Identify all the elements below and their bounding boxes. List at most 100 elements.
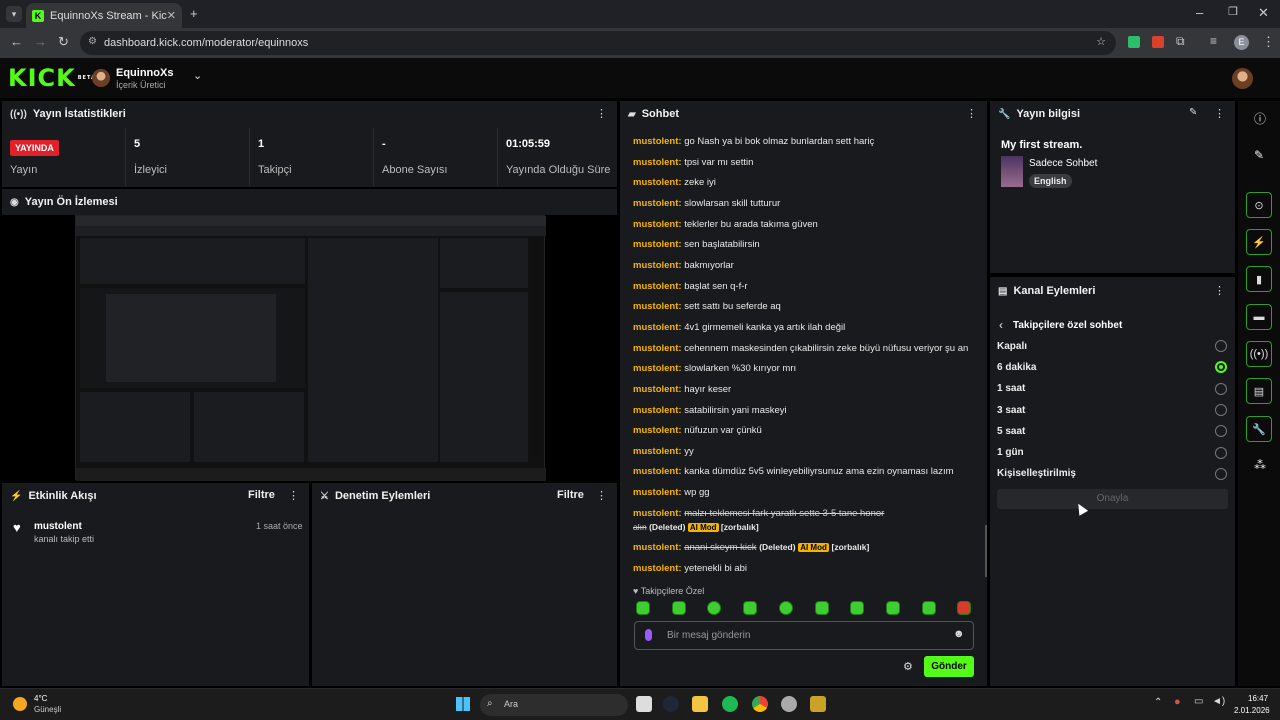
option-6min[interactable]: 6 dakika [997,362,1036,373]
url-input[interactable]: ⚙ dashboard.kick.com/moderator/equinnoxs… [80,31,1116,55]
windows-start-icon[interactable] [456,697,470,711]
steam-icon[interactable] [663,696,679,712]
radio-1h[interactable] [1215,383,1227,395]
lightning-side-icon[interactable]: ⚡ [1246,229,1272,255]
stats-menu-icon[interactable]: ⋮ [596,107,607,120]
chat-scrollbar[interactable] [985,525,987,577]
actions-menu-icon[interactable]: ⋮ [1214,284,1225,297]
emoji-icon[interactable]: ☻ [953,628,965,640]
extension-green-icon[interactable] [1128,36,1140,48]
app2-icon[interactable] [810,696,826,712]
radio-6min[interactable] [1215,361,1227,373]
tab-list-button[interactable]: ▾ [6,6,22,22]
layout-icon[interactable]: ▤ [1246,378,1272,404]
option-3h[interactable]: 3 saat [997,405,1025,416]
emote-icon[interactable] [636,601,650,615]
clock-time[interactable]: 16:47 [1248,694,1268,703]
tab-title: EquinnoXs Stream - Kick Dashb [50,9,167,22]
emote-icon[interactable] [672,601,686,615]
option-1h[interactable]: 1 saat [997,383,1025,394]
task-view-icon[interactable] [636,696,652,712]
chrome-icon[interactable] [752,696,768,712]
radio-5h[interactable] [1215,425,1227,437]
radio-off[interactable] [1215,340,1227,352]
user-avatar[interactable] [1232,68,1253,89]
chat-input[interactable]: Bir mesaj gönderin ☻ [634,621,974,650]
category-name[interactable]: Sadece Sohbet [1029,158,1097,169]
option-custom[interactable]: Kişiselleştirilmiş [997,468,1076,479]
site-info-icon[interactable]: ⚙ [88,36,97,47]
clock-date[interactable]: 2.01.2026 [1234,706,1270,715]
send-button[interactable]: Gönder [924,656,974,677]
option-off[interactable]: Kapalı [997,341,1027,352]
new-tab-button[interactable]: + [190,6,198,21]
info-icon[interactable]: ⓘ [1254,110,1266,127]
nodes-icon[interactable]: ⁂ [1254,458,1266,472]
edit-pencil-icon[interactable]: ✎ [1189,107,1197,118]
moderation-menu-icon[interactable]: ⋮ [596,489,607,502]
close-window-button[interactable]: ✕ [1258,5,1269,21]
emote-icon[interactable] [779,601,793,615]
mic-tray-icon[interactable]: ● [1174,696,1181,708]
stream-preview-video[interactable] [75,215,546,481]
back-icon[interactable]: ← [10,34,23,49]
ai-mod-badge: AI Mod [798,543,829,552]
channel-avatar [92,69,110,87]
channel-switch-chevron-icon[interactable]: ⌄ [193,69,202,82]
app-icon[interactable] [781,696,797,712]
moderation-filter-button[interactable]: Filtre [557,489,584,501]
stream-title: My first stream. [1001,139,1083,151]
chat-message: mustolent: bakmıyorlar [633,260,734,271]
option-1d[interactable]: 1 gün [997,447,1024,458]
extensions-puzzle-icon[interactable]: ⧉ [1176,34,1185,49]
stat-value: 5 [134,138,141,150]
reload-icon[interactable]: ↻ [58,34,69,50]
live-badge: YAYINDA [10,140,59,156]
clipboard-icon[interactable]: ▮ [1246,266,1272,292]
option-5h[interactable]: 5 saat [997,426,1025,437]
media-control-icon[interactable]: ≡ [1210,34,1217,48]
taskbar-search[interactable]: ⌕ Ara [480,694,628,716]
activity-filter-button[interactable]: Filtre [248,489,275,501]
confirm-button[interactable]: Onayla [997,489,1228,509]
moderation-title: Denetim Eylemleri [334,490,431,502]
emote-icon[interactable] [957,601,971,615]
edit-icon[interactable]: ✎ [1254,148,1264,162]
camera-icon[interactable]: ⊙ [1246,192,1272,218]
extension-red-icon[interactable] [1152,36,1164,48]
emote-icon[interactable] [850,601,864,615]
emote-icon[interactable] [922,601,936,615]
chat-bubble-icon[interactable]: ▬ [1246,304,1272,330]
activity-menu-icon[interactable]: ⋮ [288,489,299,502]
profile-avatar[interactable]: E [1234,35,1249,50]
browser-menu-icon[interactable]: ⋮ [1262,34,1275,50]
browser-tab[interactable]: K EquinnoXs Stream - Kick Dashb ✕ [26,3,182,28]
wrench-side-icon[interactable]: 🔧 [1246,416,1272,442]
back-chevron-icon[interactable]: ‹ [999,318,1003,332]
maximize-button[interactable]: ❐ [1228,5,1238,18]
info-menu-icon[interactable]: ⋮ [1214,107,1225,120]
file-explorer-icon[interactable] [692,696,708,712]
chat-message: mustolent: zeke iyi [633,177,716,188]
minimize-button[interactable]: – [1196,5,1203,20]
emote-icon[interactable] [743,601,757,615]
radio-1d[interactable] [1215,447,1227,459]
forward-icon[interactable]: → [34,34,47,49]
emote-icon[interactable] [815,601,829,615]
chat-menu-icon[interactable]: ⋮ [966,107,977,120]
radio-custom[interactable] [1215,468,1227,480]
volume-icon[interactable]: ◄) [1212,696,1225,707]
emote-icon[interactable] [886,601,900,615]
chat-message: mustolent: sen başlatabilirsin [633,239,760,250]
broadcast-side-icon[interactable]: ((•)) [1246,341,1272,367]
microphone-icon[interactable] [645,629,652,641]
emote-icon[interactable] [707,601,721,615]
close-tab-icon[interactable]: ✕ [167,9,176,22]
radio-3h[interactable] [1215,404,1227,416]
kick-logo[interactable]: KICK BETA [8,66,96,90]
bookmark-star-icon[interactable]: ☆ [1096,35,1106,48]
network-icon[interactable]: ▭ [1194,696,1203,707]
chat-settings-gear-icon[interactable]: ⚙ [903,660,913,673]
tray-chevron-icon[interactable]: ⌃ [1154,697,1162,708]
spotify-icon[interactable] [722,696,738,712]
